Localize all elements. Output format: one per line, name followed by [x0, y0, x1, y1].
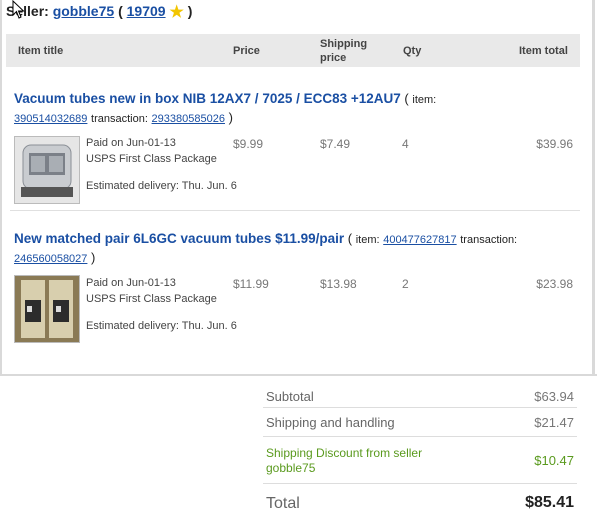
item-shipping-price: $7.49 — [320, 137, 351, 151]
paid-on-text: Paid on Jun-01-13 — [86, 137, 176, 149]
shipping-discount-label-line2: gobble75 — [266, 461, 316, 475]
transaction-label: transaction: — [460, 234, 518, 246]
item-title-row-1: Vacuum tubes new in box NIB 12AX7 / 7025… — [14, 90, 574, 128]
item-price: $9.99 — [233, 137, 264, 151]
vacuum-tube-image — [15, 137, 79, 203]
shipping-handling-value: $21.47 — [534, 415, 574, 430]
card-left-border — [0, 0, 2, 375]
item-title-row-2: New matched pair 6L6GC vacuum tubes $11.… — [14, 230, 574, 268]
seller-username-link[interactable]: gobble75 — [53, 3, 114, 19]
summary-divider — [263, 483, 577, 484]
item-qty: 4 — [402, 137, 409, 151]
total-label: Total — [266, 495, 300, 512]
feedback-score-link[interactable]: 19709 — [127, 3, 166, 19]
feedback-open-paren: ( — [118, 3, 123, 19]
item-shipping-price: $13.98 — [320, 277, 357, 291]
estimated-delivery-text: Estimated delivery: Thu. Jun. 6 — [86, 320, 237, 332]
header-shipping-price-line2: price — [320, 52, 347, 64]
item-price: $11.99 — [233, 277, 269, 291]
item-close-paren: ) — [91, 250, 96, 265]
card-bottom-border — [0, 374, 597, 376]
header-qty: Qty — [403, 45, 422, 57]
item-thumbnail[interactable] — [14, 275, 80, 343]
header-item-total: Item total — [519, 45, 568, 57]
header-price: Price — [233, 45, 260, 57]
transaction-number-link[interactable]: 293380585026 — [152, 113, 225, 125]
item-divider — [10, 210, 580, 211]
paid-on-text: Paid on Jun-01-13 — [86, 277, 176, 289]
tube-pair-image — [15, 276, 79, 342]
summary-divider — [263, 436, 577, 437]
item-number-label: item: — [355, 234, 380, 246]
header-shipping-price-line1: Shipping — [320, 38, 368, 50]
item-title-link[interactable]: New matched pair 6L6GC vacuum tubes $11.… — [14, 231, 344, 246]
summary-divider — [263, 407, 577, 408]
table-header: Item title Price Shipping price Qty Item… — [6, 34, 580, 67]
card-right-border — [592, 0, 595, 375]
item-total: $23.98 — [536, 277, 573, 291]
estimated-delivery-text: Estimated delivery: Thu. Jun. 6 — [86, 180, 237, 192]
transaction-number-link[interactable]: 246560058027 — [14, 253, 87, 265]
header-item-title: Item title — [18, 45, 64, 57]
seller-line: Seller: gobble75 ( 19709 ★ ) — [6, 2, 192, 22]
item-number-link[interactable]: 400477627817 — [383, 234, 456, 246]
item-close-paren: ) — [228, 110, 233, 125]
transaction-label: transaction: — [91, 113, 148, 125]
item-qty: 2 — [402, 277, 409, 291]
item-number-link[interactable]: 390514032689 — [14, 113, 87, 125]
item-total: $39.96 — [536, 137, 573, 151]
shipping-handling-label: Shipping and handling — [266, 415, 395, 430]
star-icon[interactable]: ★ — [169, 2, 183, 22]
item-open-paren: ( — [347, 231, 353, 246]
item-thumbnail[interactable] — [14, 136, 80, 204]
shipping-service-text: USPS First Class Package — [86, 293, 217, 305]
mouse-cursor-icon — [12, 0, 25, 19]
item-open-paren: ( — [404, 91, 409, 106]
shipping-service-text: USPS First Class Package — [86, 153, 217, 165]
item-title-link[interactable]: Vacuum tubes new in box NIB 12AX7 / 7025… — [14, 91, 401, 106]
subtotal-value: $63.94 — [534, 389, 574, 404]
shipping-discount-value: $10.47 — [534, 453, 574, 468]
shipping-discount-label-line1: Shipping Discount from seller — [266, 446, 423, 460]
subtotal-label: Subtotal — [266, 389, 314, 404]
item-number-label: item: — [412, 94, 437, 106]
feedback-close-paren: ) — [187, 3, 193, 19]
total-value: $85.41 — [525, 494, 574, 511]
